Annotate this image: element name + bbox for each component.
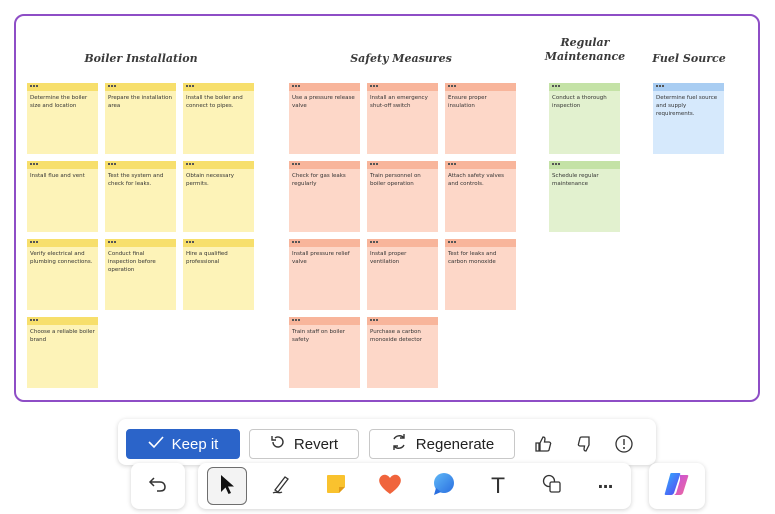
more-tools-button[interactable]: ··· <box>585 467 625 505</box>
sticky-note[interactable]: Determine the boiler size and location <box>27 83 98 154</box>
sticky-note[interactable]: Purchase a carbon monoxide detector <box>367 317 438 388</box>
sticky-note[interactable]: Install flue and vent <box>27 161 98 232</box>
text-tool[interactable]: T <box>478 467 518 505</box>
regenerate-icon <box>390 433 408 456</box>
more-icon: ··· <box>597 476 613 496</box>
ai-action-bar: Keep it Revert Regenerate <box>118 419 656 465</box>
checkmark-icon <box>148 435 164 454</box>
text-icon: T <box>491 474 505 498</box>
note-text: Purchase a carbon monoxide detector <box>370 329 423 343</box>
sticky-note[interactable]: Use a pressure release valve <box>289 83 360 154</box>
comment-icon <box>431 471 457 502</box>
note-text: Install proper ventilation <box>370 251 407 265</box>
sticky-note[interactable]: Obtain necessary permits. <box>183 161 254 232</box>
note-text: Schedule regular maintenance <box>552 173 599 187</box>
group-title-boiler-installation: Boiler Installation <box>84 52 198 65</box>
group-title-regular-maintenance: Regular Maintenance <box>544 36 626 63</box>
note-text: Choose a reliable boiler brand <box>30 329 95 343</box>
sticky-note[interactable]: Prepare the installation area <box>105 83 176 154</box>
sticky-note[interactable]: Train staff on boiler safety <box>289 317 360 388</box>
undo-button[interactable] <box>131 463 185 509</box>
tool-bar: T ··· <box>198 463 631 509</box>
regenerate-label: Regenerate <box>415 435 495 453</box>
sticky-note-tool[interactable] <box>316 467 356 505</box>
sticky-note[interactable]: Install the boiler and connect to pipes. <box>183 83 254 154</box>
regenerate-button[interactable]: Regenerate <box>369 429 515 459</box>
select-pointer-icon <box>217 473 237 500</box>
sticky-note[interactable]: Hire a qualified professional <box>183 239 254 310</box>
report-issue-icon[interactable] <box>611 431 637 457</box>
reaction-tool[interactable] <box>370 467 410 505</box>
note-text: Check for gas leaks regularly <box>292 173 346 187</box>
sticky-note-icon <box>324 472 348 501</box>
note-text: Train staff on boiler safety <box>292 329 346 343</box>
sticky-note[interactable]: Conduct final inspection before operatio… <box>105 239 176 310</box>
undo-icon <box>148 474 168 499</box>
select-tool[interactable] <box>207 467 247 505</box>
note-text: Prepare the installation area <box>108 95 173 109</box>
comment-tool[interactable] <box>424 467 464 505</box>
note-text: Determine the boiler size and location <box>30 95 88 109</box>
group-title-fuel-source: Fuel Source <box>652 52 726 65</box>
copilot-icon <box>662 471 692 502</box>
keep-it-label: Keep it <box>171 435 219 453</box>
pen-icon <box>270 473 292 500</box>
sticky-note[interactable]: Install an emergency shut-off switch <box>367 83 438 154</box>
sticky-note[interactable]: Choose a reliable boiler brand <box>27 317 98 388</box>
sticky-note[interactable]: Determine fuel source and supply require… <box>653 83 724 154</box>
note-text: Determine fuel source and supply require… <box>656 95 718 117</box>
note-text: Install flue and vent <box>30 173 85 179</box>
sticky-note[interactable]: Ensure proper insulation <box>445 83 516 154</box>
revert-button[interactable]: Revert <box>249 429 359 459</box>
note-text: Install an emergency shut-off switch <box>370 95 428 109</box>
sticky-note[interactable]: Schedule regular maintenance <box>549 161 620 232</box>
sticky-note[interactable]: Check for gas leaks regularly <box>289 161 360 232</box>
note-text: Install the boiler and connect to pipes. <box>186 95 243 109</box>
sticky-note[interactable]: Verify electrical and plumbing connectio… <box>27 239 98 310</box>
group-title-safety-measures: Safety Measures <box>350 52 452 65</box>
copilot-button[interactable] <box>649 463 705 509</box>
thumbs-up-icon[interactable] <box>531 431 557 457</box>
shapes-icon <box>541 473 563 500</box>
revert-icon <box>270 434 286 455</box>
sticky-note[interactable]: Test for leaks and carbon monoxide <box>445 239 516 310</box>
note-text: Test the system and check for leaks. <box>108 173 164 187</box>
note-text: Use a pressure release valve <box>292 95 355 109</box>
note-text: Verify electrical and plumbing connectio… <box>30 251 93 265</box>
note-text: Attach safety valves and controls. <box>448 173 504 187</box>
sticky-note[interactable]: Attach safety valves and controls. <box>445 161 516 232</box>
pen-tool[interactable] <box>261 467 301 505</box>
shapes-tool[interactable] <box>532 467 572 505</box>
sticky-note[interactable]: Install proper ventilation <box>367 239 438 310</box>
revert-label: Revert <box>293 435 339 453</box>
note-text: Conduct final inspection before operatio… <box>108 251 156 273</box>
note-text: Test for leaks and carbon monoxide <box>448 251 497 265</box>
sticky-note[interactable]: Train personnel on boiler operation <box>367 161 438 232</box>
heart-icon <box>377 472 403 501</box>
note-text: Obtain necessary permits. <box>186 173 235 187</box>
sticky-note[interactable]: Install pressure relief valve <box>289 239 360 310</box>
sticky-note[interactable]: Conduct a thorough inspection <box>549 83 620 154</box>
sticky-note[interactable]: Test the system and check for leaks. <box>105 161 176 232</box>
whiteboard-frame[interactable]: Boiler Installation Determine the boiler… <box>14 14 760 402</box>
note-text: Train personnel on boiler operation <box>370 173 421 187</box>
note-text: Ensure proper insulation <box>448 95 487 109</box>
note-text: Hire a qualified professional <box>186 251 228 265</box>
note-text: Install pressure relief valve <box>292 251 350 265</box>
thumbs-down-icon[interactable] <box>572 431 598 457</box>
keep-it-button[interactable]: Keep it <box>126 429 240 459</box>
note-text: Conduct a thorough inspection <box>552 95 607 109</box>
